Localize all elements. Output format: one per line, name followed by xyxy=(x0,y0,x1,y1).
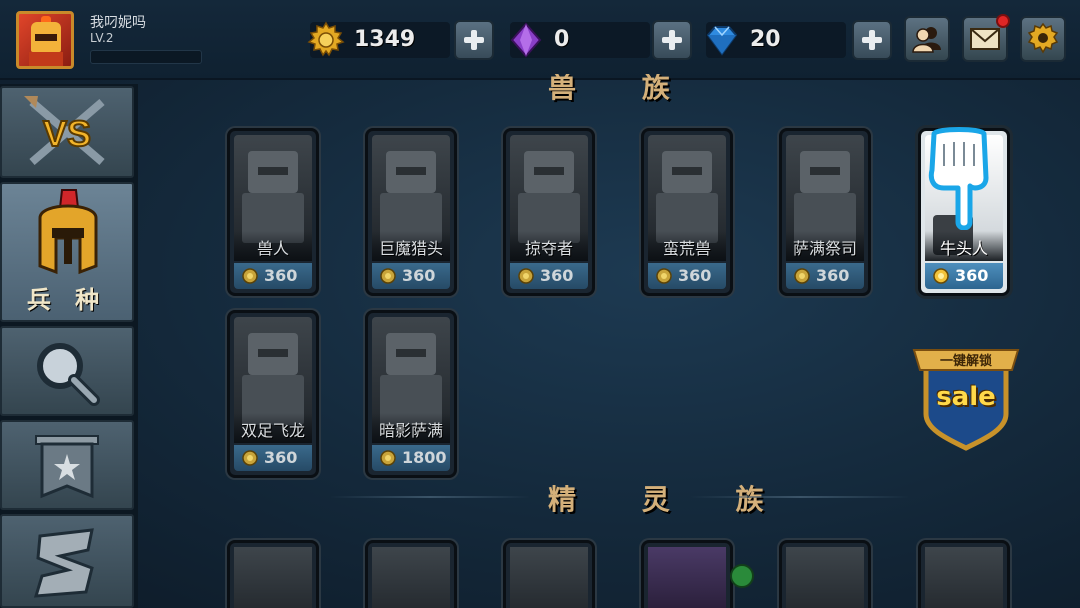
unit-price-bar: 360 xyxy=(925,263,1003,289)
unit-price: 360 xyxy=(264,448,298,467)
unit-price: 360 xyxy=(264,266,298,285)
unit-price-bar: 360 xyxy=(234,263,312,289)
unit-card-wyvern[interactable]: 双足飞龙 360 xyxy=(227,310,319,478)
top-bar: 我叼妮吗 LV.2 1349 0 20 xyxy=(0,0,1080,80)
unit-portrait xyxy=(234,547,312,608)
sidebar-item-search[interactable] xyxy=(0,326,134,416)
unit-portrait xyxy=(786,547,864,608)
unit-price-bar: 360 xyxy=(786,263,864,289)
gold-gear-icon xyxy=(794,268,810,284)
purple-gem-value: 0 xyxy=(554,27,570,52)
gold-gear-icon xyxy=(380,450,396,466)
player-name: 我叼妮吗 xyxy=(90,15,146,31)
player-avatar[interactable] xyxy=(16,11,74,69)
gold-gear-icon xyxy=(933,268,949,284)
sidebar-item-units-label: 兵 种 xyxy=(26,286,108,314)
unit-card-wild-beast[interactable]: 蛮荒兽 360 xyxy=(641,128,733,296)
unit-name: 牛头人 xyxy=(939,239,988,258)
section-divider-right xyxy=(690,496,910,498)
gold-gear-icon xyxy=(242,268,258,284)
magnifier-icon xyxy=(37,343,100,406)
gold-gear-icon xyxy=(518,268,534,284)
unit-price: 360 xyxy=(678,266,712,285)
friends-icon xyxy=(912,27,941,53)
unit-card-shadow-shaman[interactable]: 暗影萨满 1800 xyxy=(365,310,457,478)
elf-unit-card[interactable] xyxy=(503,540,595,608)
unit-price: 1800 xyxy=(402,448,447,467)
diamond-icon xyxy=(706,26,738,56)
diamond-resource: 20 xyxy=(706,22,846,58)
elf-unit-card-unlocked[interactable] xyxy=(641,540,733,608)
unit-name: 暗影萨满 xyxy=(378,421,443,440)
unit-card-orc[interactable]: 兽人 360 xyxy=(227,128,319,296)
gold-gear-icon xyxy=(380,268,396,284)
gold-value: 1349 xyxy=(354,27,416,52)
sidebar-item-banner[interactable] xyxy=(0,420,134,510)
unit-price: 360 xyxy=(540,266,574,285)
unit-price-bar: 360 xyxy=(648,263,726,289)
gold-resource: 1349 xyxy=(307,21,450,58)
unit-price: 360 xyxy=(402,266,436,285)
mail-notification-dot xyxy=(996,14,1010,28)
mail-button[interactable] xyxy=(962,14,1010,62)
settings-icon xyxy=(1027,22,1059,54)
unit-price-bar: 1800 xyxy=(372,445,450,471)
unit-card-troll-headhunter[interactable]: 巨魔猎头 360 xyxy=(365,128,457,296)
unit-price: 360 xyxy=(816,266,850,285)
gold-gear-icon xyxy=(656,268,672,284)
xp-bar xyxy=(90,50,202,64)
helmet-icon xyxy=(38,189,98,275)
friends-button[interactable] xyxy=(904,16,950,62)
gold-gear-icon xyxy=(307,21,345,57)
add-gold-button[interactable] xyxy=(454,20,494,60)
vs-swords-icon: VS xyxy=(24,96,105,166)
add-diamond-button[interactable] xyxy=(852,20,892,60)
add-purple-gem-button[interactable] xyxy=(652,20,692,60)
unit-price-bar: 360 xyxy=(234,445,312,471)
unit-portrait xyxy=(648,547,726,608)
elf-unit-card[interactable] xyxy=(365,540,457,608)
sale-top-label: 一键解锁 xyxy=(939,354,992,369)
settings-button[interactable] xyxy=(1020,16,1066,62)
elf-unit-card[interactable] xyxy=(779,540,871,608)
owned-badge-icon xyxy=(730,564,754,588)
player-level: LV.2 xyxy=(90,31,114,45)
sidebar-item-vs[interactable]: VS xyxy=(0,86,134,178)
unit-name: 萨满祭司 xyxy=(792,239,857,258)
sidebar-item-units[interactable]: 兵 种 xyxy=(0,182,134,322)
purple-gem-resource: 0 xyxy=(510,22,650,58)
elf-unit-card[interactable] xyxy=(918,540,1010,608)
scroll-icon xyxy=(33,528,94,598)
unit-price: 360 xyxy=(955,266,989,285)
unit-price-bar: 360 xyxy=(510,263,588,289)
unit-name: 双足飞龙 xyxy=(240,421,305,440)
gold-gear-icon xyxy=(242,450,258,466)
unit-card-raider[interactable]: 掠夺者 360 xyxy=(503,128,595,296)
unit-portrait xyxy=(925,547,1003,608)
unit-name: 兽人 xyxy=(256,239,289,258)
unit-portrait xyxy=(510,547,588,608)
unit-card-shaman[interactable]: 萨满祭司 360 xyxy=(779,128,871,296)
unit-name: 掠夺者 xyxy=(524,239,573,258)
sale-unlock-all-button[interactable]: 一键解锁 sale xyxy=(910,344,1022,452)
sidebar: VS 兵 种 xyxy=(0,84,138,608)
unit-name: 蛮荒兽 xyxy=(662,239,711,258)
diamond-value: 20 xyxy=(750,27,781,52)
section-title-elves: 精 灵 族 xyxy=(548,483,792,516)
unit-price-bar: 360 xyxy=(372,263,450,289)
elf-unit-card[interactable] xyxy=(227,540,319,608)
unit-portrait xyxy=(372,547,450,608)
sidebar-item-scroll[interactable] xyxy=(0,514,134,608)
banner-icon xyxy=(35,435,99,499)
purple-gem-icon xyxy=(510,22,542,58)
svg-text:VS: VS xyxy=(43,113,91,154)
section-divider-left xyxy=(330,496,530,498)
sale-text: sale xyxy=(936,382,996,412)
unit-name: 巨魔猎头 xyxy=(378,239,443,258)
tutorial-pointer-hand-icon xyxy=(928,127,989,230)
